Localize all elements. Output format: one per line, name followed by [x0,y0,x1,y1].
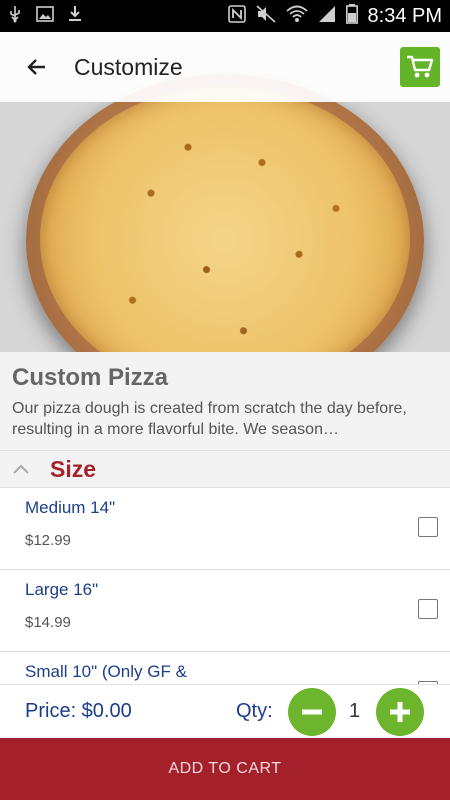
option-price: $14.99 [25,614,71,631]
back-button[interactable] [12,42,62,92]
plus-icon [390,702,410,722]
item-name: Custom Pizza [12,364,169,391]
option-name: Medium 14" [25,498,116,517]
download-icon [68,5,82,27]
status-bar: 8:34 PM [0,0,450,32]
chevron-up-icon [13,464,29,474]
size-option-small[interactable]: Small 10" (Only GF & [0,652,450,685]
cart-icon [407,55,434,78]
customize-content: Custom Pizza Our pizza dough is created … [0,352,450,685]
arrow-left-icon [27,59,45,75]
battery-icon [345,4,358,28]
app-bar: Customize [0,32,450,102]
add-to-cart-button[interactable]: ADD TO CART [0,738,450,800]
image-icon [36,6,54,26]
page-title: Customize [74,53,183,80]
item-header: Custom Pizza Our pizza dough is created … [0,352,450,450]
mute-icon [255,5,276,27]
size-options-list: Medium 14" $12.99 Large 16" $14.99 Small… [0,488,450,685]
option-name: Large 16" [25,580,99,599]
size-section-title: Size [50,455,97,482]
size-section-header[interactable]: Size [0,450,450,488]
item-description: Our pizza dough is created from scratch … [12,400,407,438]
option-price: $12.99 [25,532,71,549]
increase-qty-button[interactable] [376,688,424,736]
wifi-icon [285,5,308,27]
signal-icon [318,5,336,27]
option-checkbox[interactable] [418,517,438,537]
price-qty-bar: Price: $0.00 Qty: 1 [0,684,450,738]
nfc-icon [227,5,246,27]
option-checkbox[interactable] [418,599,438,619]
price-label: Price: $0.00 [25,700,132,722]
cart-button[interactable] [400,47,440,87]
option-name: Small 10" (Only GF & [25,662,187,681]
size-option-large[interactable]: Large 16" $14.99 [0,570,450,652]
size-option-medium[interactable]: Medium 14" $12.99 [0,488,450,570]
minus-icon [302,709,322,715]
usb-icon [8,5,22,27]
qty-label: Qty: [236,700,273,722]
qty-value: 1 [349,700,361,722]
decrease-qty-button[interactable] [288,688,336,736]
status-time: 8:34 PM [367,4,442,27]
